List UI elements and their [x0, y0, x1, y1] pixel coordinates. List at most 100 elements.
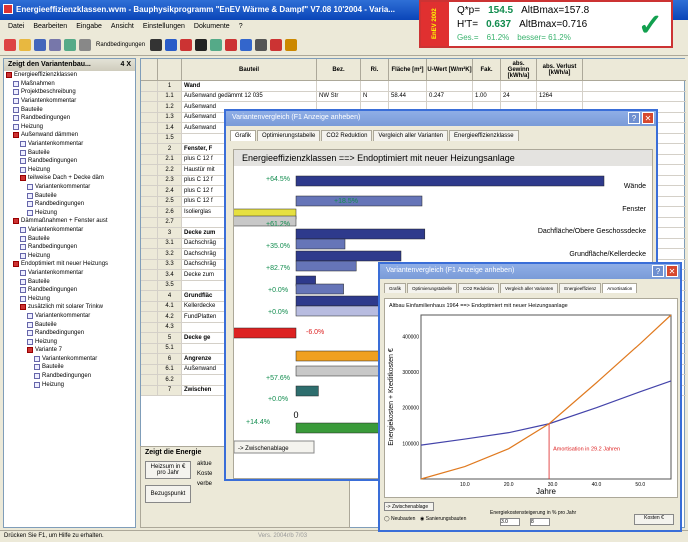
info-icon[interactable] — [270, 38, 283, 51]
radio-neubauten[interactable]: ◯ Neubauten — [384, 516, 415, 522]
help-icon[interactable]: ? — [628, 112, 640, 124]
tree-item[interactable]: Variantenkommentar — [4, 97, 135, 106]
tree-item[interactable]: Randbedingungen — [4, 286, 135, 295]
table-cell[interactable]: N — [361, 91, 389, 101]
years-input[interactable]: 8 — [530, 518, 550, 526]
menu-item[interactable]: Einstellungen — [143, 23, 185, 31]
tree-item[interactable]: Heizung — [4, 337, 135, 346]
tab[interactable]: Energieeffizienz — [559, 283, 602, 293]
tree-item[interactable]: Endoptimiert mit neuer Heizungs — [4, 260, 135, 269]
table-cell[interactable]: 1264 — [537, 91, 583, 101]
tab[interactable]: Vergleich aller Varianten — [499, 283, 559, 293]
tree-item[interactable]: Randbedingungen — [4, 243, 135, 252]
tree-item[interactable]: Variantenkommentar — [4, 226, 135, 235]
tree-item[interactable]: Maßnahmen — [4, 80, 135, 89]
tree-item[interactable]: Randbedingungen — [4, 200, 135, 209]
table-cell[interactable] — [501, 81, 537, 91]
table-cell[interactable]: Wand — [182, 81, 317, 91]
tree-item[interactable]: Energieeffizienzklassen — [4, 71, 135, 80]
tree-item[interactable]: Variantenkommentar — [4, 269, 135, 278]
tab[interactable]: CO2 Reduktion — [458, 283, 499, 293]
tree-item[interactable]: Heizung — [4, 209, 135, 218]
close-icon[interactable]: ✕ — [642, 112, 654, 124]
bar-chart-icon[interactable] — [180, 38, 193, 51]
tab[interactable]: Amortisation — [602, 283, 638, 293]
randbedingungen-icon[interactable] — [79, 38, 91, 51]
tree-item[interactable]: Randbedingungen — [4, 329, 135, 338]
calc-icon[interactable] — [64, 38, 76, 51]
tree-item[interactable]: zusätzlich mit solarer Trinkw — [4, 303, 135, 312]
chart-icon[interactable] — [165, 38, 178, 51]
column-header[interactable]: Bauteil — [182, 59, 317, 80]
table-cell[interactable] — [427, 81, 473, 91]
column-header[interactable] — [158, 59, 182, 80]
table-cell[interactable] — [473, 81, 501, 91]
tree-item[interactable]: Heizung — [4, 380, 135, 389]
column-header[interactable]: Ri. — [361, 59, 389, 80]
tab[interactable]: CO2 Reduktion — [321, 130, 373, 141]
zwischenablage-button-2[interactable]: -> Zwischenablage — [384, 502, 434, 511]
tree-item[interactable]: Heizung — [4, 123, 135, 132]
radio-sanierung[interactable]: ◉ Sanierungsbauten — [420, 516, 466, 522]
tab[interactable]: Vergleich aller Varianten — [373, 130, 449, 141]
table-cell[interactable]: 0.247 — [427, 91, 473, 101]
menu-item[interactable]: Ansicht — [111, 23, 134, 31]
tree-item[interactable]: Bauteile — [4, 105, 135, 114]
tree-item[interactable]: Außenwand dämmen — [4, 131, 135, 140]
tree-item[interactable]: Variantenkommentar — [4, 183, 135, 192]
print-icon[interactable] — [49, 38, 61, 51]
table-row[interactable]: 1.1 Außenwand gedämmt 12 035 NW Str N 58.44 0… — [141, 91, 686, 102]
menu-item[interactable]: Eingabe — [76, 23, 102, 31]
column-header[interactable]: Bez. — [317, 59, 361, 80]
table-cell[interactable] — [317, 81, 361, 91]
tab[interactable]: Optimierungstabelle — [257, 130, 321, 141]
tree-item[interactable]: Bauteile — [4, 234, 135, 243]
table-cell[interactable]: Außenwand gedämmt 12 035 — [182, 91, 317, 101]
table-cell[interactable] — [361, 81, 389, 91]
diagram-icon[interactable] — [195, 38, 208, 51]
table-icon[interactable] — [150, 38, 163, 51]
tree-item[interactable]: Bauteile — [4, 320, 135, 329]
table-cell[interactable]: 1.00 — [473, 91, 501, 101]
tree-item[interactable]: Heizung — [4, 166, 135, 175]
close-icon[interactable]: ✕ — [666, 265, 678, 277]
tree-item[interactable]: Variantenkommentar — [4, 140, 135, 149]
table-cell[interactable] — [537, 81, 583, 91]
tree-item[interactable]: Bauteile — [4, 277, 135, 286]
tree-item[interactable]: Heizung — [4, 251, 135, 260]
grid-icon[interactable] — [240, 38, 253, 51]
menu-item[interactable]: ? — [239, 23, 243, 31]
table-cell[interactable]: NW Str — [317, 91, 361, 101]
warning-icon[interactable] — [285, 38, 298, 51]
menu-item[interactable]: Dokumente — [194, 23, 230, 31]
kosten-button[interactable]: Kosten € — [634, 514, 674, 525]
panel-close-icon[interactable]: 4 X — [120, 61, 131, 69]
tab[interactable]: Optimierungstabelle — [407, 283, 458, 293]
tree-item[interactable]: Randbedingungen — [4, 157, 135, 166]
randbedingungen-button[interactable]: Randbedingungen — [94, 42, 147, 48]
tree-item[interactable]: Variantenkommentar — [4, 355, 135, 364]
tree-item[interactable]: Variantenkommentar — [4, 312, 135, 321]
table-cell[interactable] — [389, 81, 427, 91]
save-icon[interactable] — [34, 38, 46, 51]
tree-item[interactable]: Randbedingungen — [4, 114, 135, 123]
menu-item[interactable]: Datei — [8, 23, 24, 31]
tab[interactable]: Energieeffizienzklasse — [449, 130, 519, 141]
column-header[interactable]: abs. Gewinn [kWh/a] — [501, 59, 537, 80]
menu-item[interactable]: Bearbeiten — [33, 23, 67, 31]
tree-item[interactable]: Bauteile — [4, 363, 135, 372]
table-row[interactable]: 1 Wand — [141, 81, 686, 92]
tree-item[interactable]: Heizung — [4, 294, 135, 303]
column-header[interactable]: Fak. — [473, 59, 501, 80]
tree-item[interactable]: Projektbeschreibung — [4, 88, 135, 97]
column-header[interactable]: U-Wert [W/m²K] — [427, 59, 473, 80]
bezugspunkt-button[interactable]: Bezugspunkt — [145, 485, 191, 503]
delete-icon[interactable] — [225, 38, 238, 51]
open-icon[interactable] — [19, 38, 31, 51]
tree-item[interactable]: Dämmaßnahmen + Fenster aust — [4, 217, 135, 226]
tree-item[interactable]: Bauteile — [4, 148, 135, 157]
tree-item[interactable]: Variante 7 — [4, 346, 135, 355]
tree-item[interactable]: Randbedingungen — [4, 372, 135, 381]
heizsum-button[interactable]: Heizsum in € pro Jahr — [145, 461, 191, 479]
table-cell[interactable]: 24 — [501, 91, 537, 101]
